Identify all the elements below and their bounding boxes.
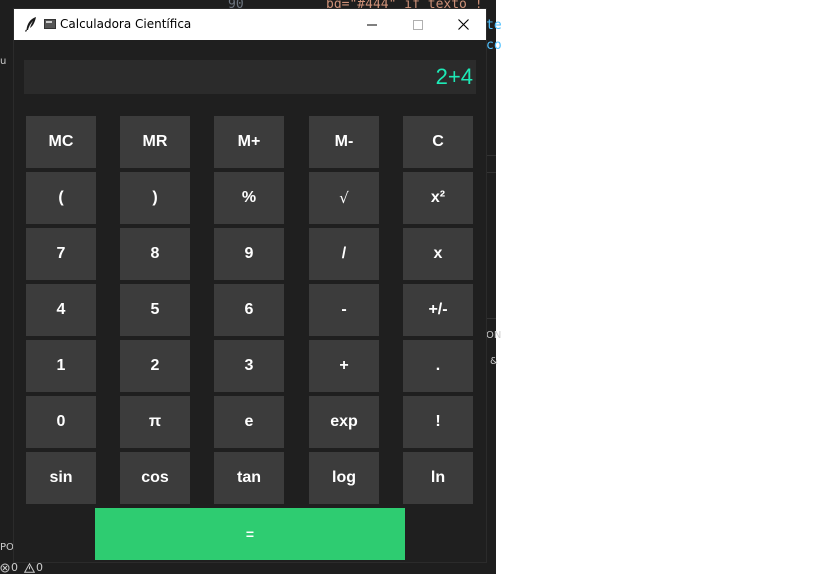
status-warnings[interactable]: 0 — [24, 561, 43, 574]
editor-status-bar: 0 0 — [0, 561, 496, 574]
editor-panel-label: ON — [486, 330, 502, 341]
editor-divider — [486, 172, 496, 173]
feather-icon — [25, 17, 36, 32]
minimize-button[interactable] — [349, 9, 395, 40]
close-button[interactable] — [440, 9, 486, 40]
digit-3-button[interactable]: 3 — [214, 340, 284, 392]
digit-4-button[interactable]: 4 — [26, 284, 96, 336]
digit-0-button[interactable]: 0 — [26, 396, 96, 448]
square-button[interactable]: x² — [403, 172, 473, 224]
title-bar[interactable]: Calculadora Científica — [14, 9, 486, 40]
digit-1-button[interactable]: 1 — [26, 340, 96, 392]
pi-button[interactable]: π — [120, 396, 190, 448]
editor-divider — [486, 155, 496, 156]
editor-panel-label: u — [0, 56, 7, 67]
factorial-button[interactable]: ! — [403, 396, 473, 448]
exp-button[interactable]: exp — [309, 396, 379, 448]
memory-recall-button[interactable]: MR — [120, 116, 190, 168]
maximize-icon — [413, 19, 423, 30]
equals-button[interactable]: = — [95, 508, 405, 560]
log-button[interactable]: log — [309, 452, 379, 504]
percent-button[interactable]: % — [214, 172, 284, 224]
open-paren-button[interactable]: ( — [26, 172, 96, 224]
calculator-window: Calculadora Científica 2+4 MC MR M+ M- C()% √… — [14, 9, 486, 562]
divide-button[interactable]: / — [309, 228, 379, 280]
multiply-button[interactable]: x — [403, 228, 473, 280]
close-paren-button[interactable]: ) — [120, 172, 190, 224]
editor-code-fragment: te — [486, 18, 502, 33]
error-count: 0 — [11, 561, 18, 574]
calculator-display: 2+4 — [24, 60, 476, 94]
digit-7-button[interactable]: 7 — [26, 228, 96, 280]
negate-button[interactable]: +/- — [403, 284, 473, 336]
memory-subtract-button[interactable]: M- — [309, 116, 379, 168]
digit-9-button[interactable]: 9 — [214, 228, 284, 280]
maximize-button[interactable] — [395, 9, 441, 40]
tan-button[interactable]: tan — [214, 452, 284, 504]
sin-button[interactable]: sin — [26, 452, 96, 504]
minus-button[interactable]: - — [309, 284, 379, 336]
digit-6-button[interactable]: 6 — [214, 284, 284, 336]
ln-button[interactable]: ln — [403, 452, 473, 504]
editor-panel-label: & — [490, 356, 498, 367]
editor-divider — [486, 318, 496, 319]
warning-icon — [24, 562, 35, 573]
editor-code-fragment: co — [486, 38, 502, 53]
square-root-button[interactable]: √ — [309, 172, 379, 224]
digit-2-button[interactable]: 2 — [120, 340, 190, 392]
decimal-button[interactable]: . — [403, 340, 473, 392]
cos-button[interactable]: cos — [120, 452, 190, 504]
window-title-text: Calculadora Científica — [60, 17, 192, 31]
euler-button[interactable]: e — [214, 396, 284, 448]
abacus-icon — [44, 19, 56, 29]
status-errors[interactable]: 0 — [0, 561, 18, 574]
digit-5-button[interactable]: 5 — [120, 284, 190, 336]
memory-clear-button[interactable]: MC — [26, 116, 96, 168]
memory-add-button[interactable]: M+ — [214, 116, 284, 168]
digit-8-button[interactable]: 8 — [120, 228, 190, 280]
minimize-icon — [367, 24, 377, 25]
warning-count: 0 — [36, 561, 43, 574]
plus-button[interactable]: + — [309, 340, 379, 392]
clear-button[interactable]: C — [403, 116, 473, 168]
display-value: 2+4 — [435, 64, 473, 89]
editor-panel-label: PO — [0, 542, 14, 553]
error-icon — [0, 563, 10, 572]
close-icon — [457, 19, 469, 30]
window-title: Calculadora Científica — [44, 17, 191, 31]
